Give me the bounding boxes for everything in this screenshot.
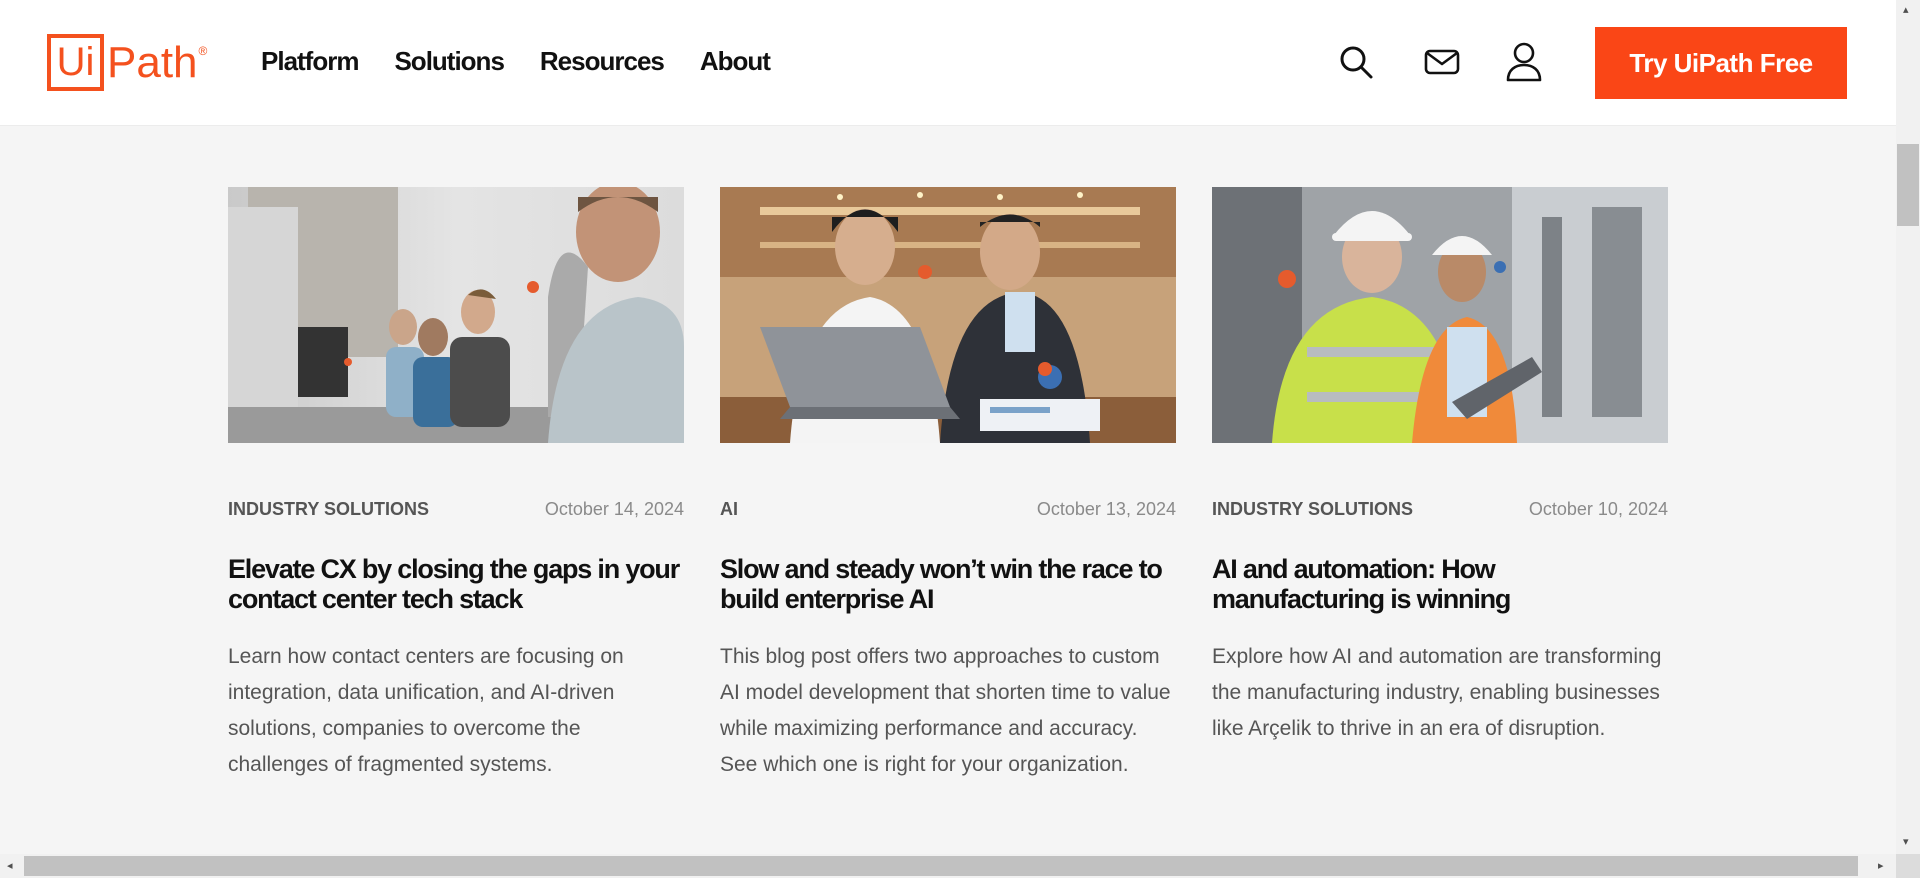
scroll-right-arrow-icon[interactable]: ▸ [1878, 860, 1884, 872]
card-image-factory-engineers[interactable] [1212, 187, 1668, 443]
horizontal-scrollbar-thumb[interactable] [24, 856, 1858, 876]
site-header: Ui Path ® Platform Solutions Resources A… [0, 0, 1896, 126]
card-title[interactable]: Elevate CX by closing the gaps in your c… [228, 554, 684, 614]
nav-platform[interactable]: Platform [261, 46, 359, 77]
card-date: October 14, 2024 [544, 499, 684, 519]
logo-text: Path [107, 38, 198, 87]
card-description: Explore how AI and automation are transf… [1212, 645, 1662, 740]
card-category[interactable]: INDUSTRY SOLUTIONS [228, 499, 429, 520]
scrollbar-corner [1896, 854, 1920, 878]
vertical-scrollbar[interactable]: ▴ ▾ [1896, 0, 1920, 854]
scroll-up-arrow-icon[interactable]: ▴ [1903, 4, 1909, 16]
user-icon[interactable] [1505, 42, 1543, 82]
nav-about[interactable]: About [700, 46, 771, 77]
blog-card[interactable]: INDUSTRY SOLUTIONS October 14, 2024 Elev… [228, 187, 684, 776]
card-image-colleagues-laptop[interactable] [720, 187, 1176, 443]
uipath-logo[interactable]: Ui Path ® [47, 34, 207, 91]
card-category[interactable]: INDUSTRY SOLUTIONS [1212, 499, 1413, 520]
card-meta: AI October 13, 2024 [720, 499, 1176, 520]
search-icon[interactable] [1338, 44, 1374, 80]
card-description: This blog post offers two approaches to … [720, 645, 1171, 776]
card-meta: INDUSTRY SOLUTIONS October 10, 2024 [1212, 499, 1668, 520]
vertical-scrollbar-thumb[interactable] [1897, 144, 1919, 226]
card-description: Learn how contact centers are focusing o… [228, 645, 624, 776]
logo-registered-mark: ® [198, 44, 208, 58]
main-nav: Platform Solutions Resources About [261, 46, 771, 77]
scroll-down-arrow-icon[interactable]: ▾ [1903, 836, 1909, 848]
nav-resources[interactable]: Resources [540, 46, 665, 77]
card-category[interactable]: AI [720, 499, 738, 520]
mail-icon[interactable] [1424, 44, 1460, 80]
logo-box: Ui [47, 34, 104, 91]
card-meta: INDUSTRY SOLUTIONS October 14, 2024 [228, 499, 684, 520]
scroll-left-arrow-icon[interactable]: ◂ [7, 860, 13, 872]
card-date: October 10, 2024 [1528, 499, 1668, 519]
nav-solutions[interactable]: Solutions [394, 46, 504, 77]
blog-card[interactable]: INDUSTRY SOLUTIONS October 10, 2024 AI a… [1212, 187, 1668, 740]
card-title[interactable]: AI and automation: How manufacturing is … [1212, 554, 1668, 614]
try-uipath-free-button[interactable]: Try UiPath Free [1595, 27, 1847, 99]
card-date: October 13, 2024 [1036, 499, 1176, 519]
card-title[interactable]: Slow and steady won’t win the race to bu… [720, 554, 1176, 614]
card-image-contact-center[interactable] [228, 187, 684, 443]
horizontal-scrollbar[interactable]: ◂ ▸ [0, 854, 1896, 878]
blog-card[interactable]: AI October 13, 2024 Slow and steady won’… [720, 187, 1176, 776]
